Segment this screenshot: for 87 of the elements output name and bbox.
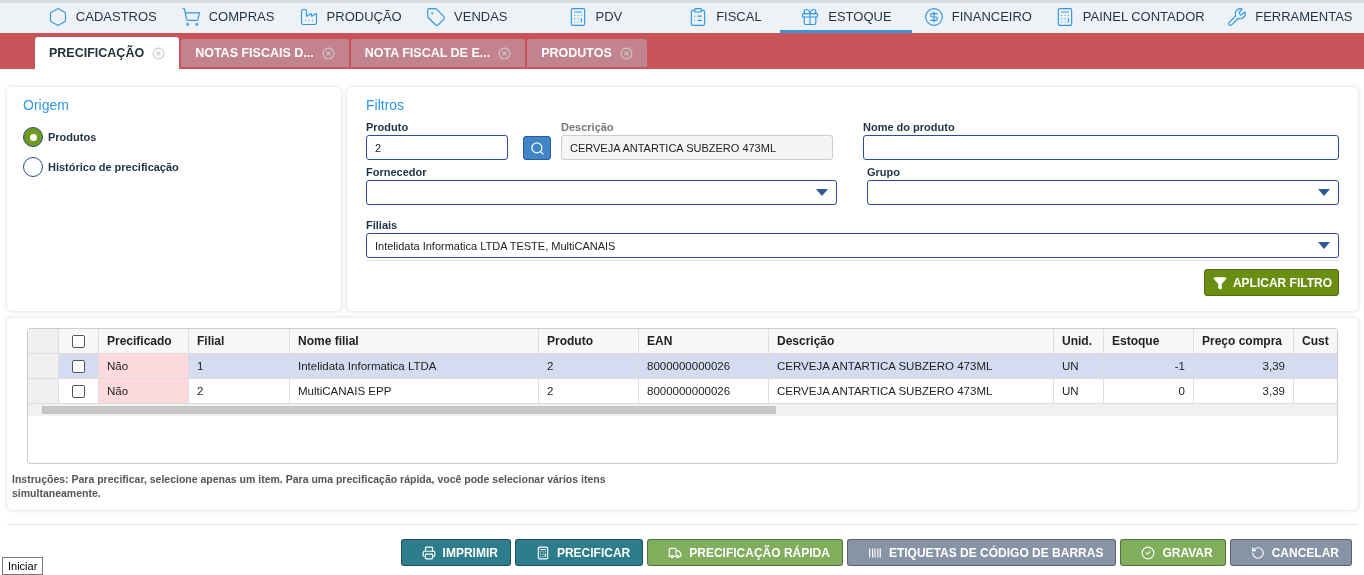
dropdown-caret-icon[interactable] <box>1318 189 1330 196</box>
column-header[interactable]: Filial <box>189 329 290 353</box>
column-header[interactable]: Produto <box>539 329 639 353</box>
table-cell: MultiCANAIS EPP <box>290 379 539 403</box>
search-button[interactable] <box>523 136 551 160</box>
column-header[interactable]: Nome filial <box>290 329 539 353</box>
description-field[interactable]: CERVEJA ANTARTICA SUBZERO 473ML <box>561 135 833 160</box>
hexagon-icon <box>47 6 68 27</box>
column-header[interactable]: EAN <box>639 329 769 353</box>
factory-icon <box>298 6 319 27</box>
nav-menu-item[interactable]: PDV <box>519 3 670 33</box>
action-button[interactable]: IMPRIMIR <box>400 539 511 566</box>
table-cell: UN <box>1054 379 1104 403</box>
filter-icon <box>1212 275 1227 290</box>
table-cell: 1 <box>189 354 290 378</box>
instructions-text: Instruções: Para precificar, selecione apenas um item. Para uma precificação rápida, você pode selecionar vários itens simultaneamente. <box>12 472 607 500</box>
field-label: Produto <box>366 121 410 133</box>
table-cell: 8000000000026 <box>639 354 769 378</box>
barcode-icon <box>867 545 882 560</box>
radio-label: Produtos <box>48 131 97 143</box>
table-cell: CERVEJA ANTARTICA SUBZERO 473ML <box>769 379 1054 403</box>
product-name-field[interactable] <box>863 135 1339 160</box>
radio-button[interactable] <box>23 157 43 177</box>
row-checkbox[interactable] <box>72 359 85 373</box>
dropdown-caret-icon[interactable] <box>1318 242 1330 249</box>
dropdown-caret-icon[interactable] <box>816 189 828 196</box>
gift-box-icon <box>800 6 821 27</box>
nav-menu-item[interactable]: PAINEL CONTADOR <box>1043 3 1216 33</box>
column-header[interactable]: Precificado <box>99 329 189 353</box>
action-button[interactable]: PRECIFICAR <box>514 539 644 566</box>
field-label: Fornecedor <box>366 166 428 178</box>
radio-button[interactable] <box>23 127 43 147</box>
calculator-icon <box>535 545 550 560</box>
tab[interactable]: PRECIFICAÇÃO <box>35 37 180 69</box>
table-cell: 3,39 <box>1194 354 1294 378</box>
nav-menu-item[interactable]: FINANCEIRO <box>911 3 1044 33</box>
table-cell: Intelidata Informatica LTDA <box>290 354 539 378</box>
printer-icon <box>421 545 436 560</box>
field-label: Nome do produto <box>863 121 956 133</box>
column-header[interactable]: Unid. <box>1054 329 1104 353</box>
table-row[interactable]: Não 2 MultiCANAIS EPP 2 8000000000026 CERVEJA ANTARTICA SUBZERO 473ML UN 0 3,39 <box>28 379 1337 404</box>
nav-menu-item[interactable]: COMPRAS <box>168 3 287 33</box>
table-cell: 2 <box>539 379 639 403</box>
table-row[interactable]: Não 1 Intelidata Informatica LTDA 2 8000000000026 CERVEJA ANTARTICA SUBZERO 473ML UN -1 3,39 <box>28 354 1337 379</box>
group-dropdown[interactable] <box>867 180 1339 205</box>
supplier-dropdown[interactable] <box>366 180 837 205</box>
nav-menu-item[interactable]: CADASTROS <box>36 3 169 33</box>
table-cell: 8000000000026 <box>639 379 769 403</box>
table-cell: 0 <box>1104 379 1194 403</box>
undo-icon <box>1250 545 1265 560</box>
nav-menu-item[interactable]: FERRAMENTAS <box>1215 3 1364 33</box>
table-cell: UN <box>1054 354 1104 378</box>
column-header[interactable]: Cust <box>1294 329 1337 353</box>
product-code-field[interactable]: 2 <box>366 135 508 160</box>
truck-icon <box>668 545 683 560</box>
tag-icon <box>426 6 447 27</box>
apply-filter-button[interactable]: APLICAR FILTRO <box>1203 269 1339 296</box>
cart-icon <box>180 6 201 27</box>
check-icon <box>1141 545 1156 560</box>
column-header[interactable]: Descrição <box>769 329 1054 353</box>
radio-label: Histórico de precificação <box>48 161 179 173</box>
search-icon <box>529 140 545 156</box>
table-cell: 3,39 <box>1194 379 1294 403</box>
table-cell: 2 <box>189 379 290 403</box>
field-label: Grupo <box>867 166 901 178</box>
nav-menu-item[interactable]: PRODUÇÃO <box>286 3 414 33</box>
table-cell: Não <box>99 354 189 378</box>
select-all-checkbox[interactable] <box>72 334 85 348</box>
table-cell: CERVEJA ANTARTICA SUBZERO 473ML <box>769 354 1054 378</box>
table-cell: Não <box>99 379 189 403</box>
column-header[interactable]: Preço compra <box>1194 329 1294 353</box>
column-header[interactable]: Estoque <box>1104 329 1194 353</box>
nav-menu-item[interactable]: VENDAS <box>413 3 520 33</box>
row-checkbox[interactable] <box>72 384 85 398</box>
nav-menu-item[interactable]: FISCAL <box>669 3 780 33</box>
panel-title: Filtros <box>366 97 406 113</box>
row-header-cell <box>28 379 59 403</box>
table-cell: 2 <box>539 354 639 378</box>
field-label: Filiais <box>366 219 399 231</box>
tools-icon <box>1227 6 1248 27</box>
horizontal-scrollbar[interactable] <box>28 404 1337 416</box>
table-cell: -1 <box>1104 354 1194 378</box>
tooltip: Iniciar <box>2 557 44 575</box>
panel-title: Origem <box>23 97 70 113</box>
dollar-icon <box>923 6 944 27</box>
branches-dropdown[interactable]: Intelidata Informatica LTDA TESTE, MultiCANAIS <box>366 233 1339 258</box>
field-label: Descrição <box>561 121 615 133</box>
